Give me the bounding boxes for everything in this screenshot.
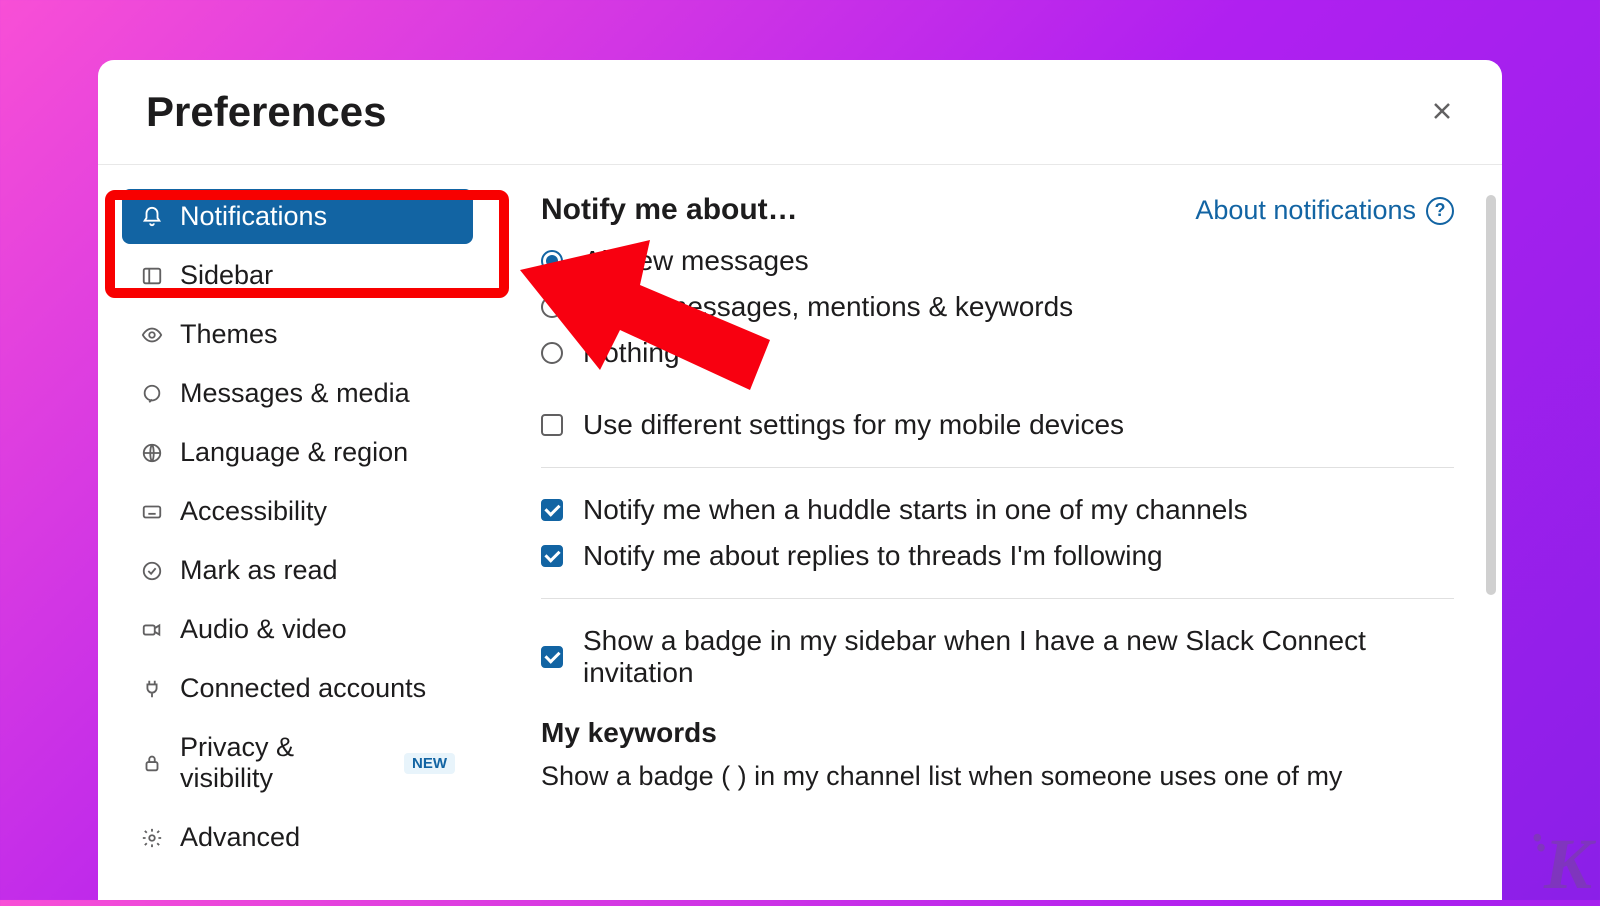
lock-icon	[140, 751, 164, 775]
sidebar-item-label: Mark as read	[180, 555, 338, 586]
sidebar-item-label: Notifications	[180, 201, 327, 232]
radio-input[interactable]	[541, 296, 563, 318]
help-icon: ?	[1426, 197, 1454, 225]
radio-input[interactable]	[541, 250, 563, 272]
sidebar-item-messages-media[interactable]: Messages & media	[122, 366, 473, 421]
checkbox-input[interactable]	[541, 499, 563, 521]
video-icon	[140, 618, 164, 642]
about-notifications-link[interactable]: About notifications ?	[1195, 195, 1454, 226]
sidebar-icon	[140, 264, 164, 288]
globe-icon	[140, 441, 164, 465]
checkbox-thread-replies[interactable]: Notify me about replies to threads I'm f…	[541, 540, 1454, 572]
radio-nothing[interactable]: Nothing	[541, 337, 1454, 369]
checkbox-slack-connect-badge[interactable]: Show a badge in my sidebar when I have a…	[541, 625, 1454, 689]
checkbox-label: Notify me about replies to threads I'm f…	[583, 540, 1163, 572]
sidebar-item-language-region[interactable]: Language & region	[122, 425, 473, 480]
modal-header: Preferences	[98, 60, 1502, 165]
modal-body: Notifications Sidebar Themes Messages & …	[98, 165, 1502, 900]
bell-icon	[140, 205, 164, 229]
notify-heading: Notify me about…	[541, 193, 798, 227]
sidebar-item-label: Privacy & visibility	[180, 732, 382, 794]
checkbox-input[interactable]	[541, 545, 563, 567]
sidebar-item-label: Audio & video	[180, 614, 347, 645]
eye-icon	[140, 323, 164, 347]
check-circle-icon	[140, 559, 164, 583]
chat-icon	[140, 382, 164, 406]
sidebar-item-notifications[interactable]: Notifications	[122, 189, 473, 244]
sidebar-item-audio-video[interactable]: Audio & video	[122, 602, 473, 657]
keyboard-icon	[140, 500, 164, 524]
sidebar-item-label: Sidebar	[180, 260, 273, 291]
radio-all-new-messages[interactable]: All new messages	[541, 245, 1454, 277]
sidebar-item-privacy-visibility[interactable]: Privacy & visibility NEW	[122, 720, 473, 806]
gear-icon	[140, 826, 164, 850]
sidebar-item-sidebar[interactable]: Sidebar	[122, 248, 473, 303]
checkbox-label: Use different settings for my mobile dev…	[583, 409, 1124, 441]
watermark: ••K	[1532, 823, 1588, 906]
radio-label: Nothing	[583, 337, 680, 369]
sidebar-item-advanced[interactable]: Advanced	[122, 810, 473, 865]
sidebar-item-label: Accessibility	[180, 496, 327, 527]
checkbox-label: Notify me when a huddle starts in one of…	[583, 494, 1248, 526]
sidebar-item-label: Advanced	[180, 822, 300, 853]
close-icon	[1430, 99, 1454, 123]
modal-title: Preferences	[146, 88, 387, 136]
checkbox-mobile-settings[interactable]: Use different settings for my mobile dev…	[541, 409, 1454, 441]
radio-label: All new messages	[583, 245, 809, 277]
radio-label: Direct messages, mentions & keywords	[583, 291, 1073, 323]
divider	[541, 467, 1454, 468]
checkbox-huddle-notify[interactable]: Notify me when a huddle starts in one of…	[541, 494, 1454, 526]
preferences-modal: Preferences Notifications Sidebar Themes	[98, 60, 1502, 900]
checkbox-input[interactable]	[541, 414, 563, 436]
sidebar-item-accessibility[interactable]: Accessibility	[122, 484, 473, 539]
sidebar: Notifications Sidebar Themes Messages & …	[98, 165, 493, 900]
radio-direct-mentions[interactable]: Direct messages, mentions & keywords	[541, 291, 1454, 323]
sidebar-item-label: Language & region	[180, 437, 408, 468]
scrollbar[interactable]	[1486, 195, 1496, 595]
divider	[541, 598, 1454, 599]
sidebar-item-themes[interactable]: Themes	[122, 307, 473, 362]
checkbox-input[interactable]	[541, 646, 563, 668]
content-pane: Notify me about… About notifications ? A…	[493, 165, 1502, 900]
close-button[interactable]	[1430, 96, 1454, 128]
sidebar-item-label: Themes	[180, 319, 278, 350]
checkbox-label: Show a badge in my sidebar when I have a…	[583, 625, 1454, 689]
plug-icon	[140, 677, 164, 701]
sidebar-item-label: Connected accounts	[180, 673, 426, 704]
keywords-heading: My keywords	[541, 717, 1454, 749]
new-badge: NEW	[404, 753, 455, 774]
radio-input[interactable]	[541, 342, 563, 364]
truncated-description: Show a badge ( ) in my channel list when…	[541, 761, 1454, 792]
about-link-text: About notifications	[1195, 195, 1416, 226]
sidebar-item-connected-accounts[interactable]: Connected accounts	[122, 661, 473, 716]
sidebar-item-label: Messages & media	[180, 378, 410, 409]
sidebar-item-mark-as-read[interactable]: Mark as read	[122, 543, 473, 598]
